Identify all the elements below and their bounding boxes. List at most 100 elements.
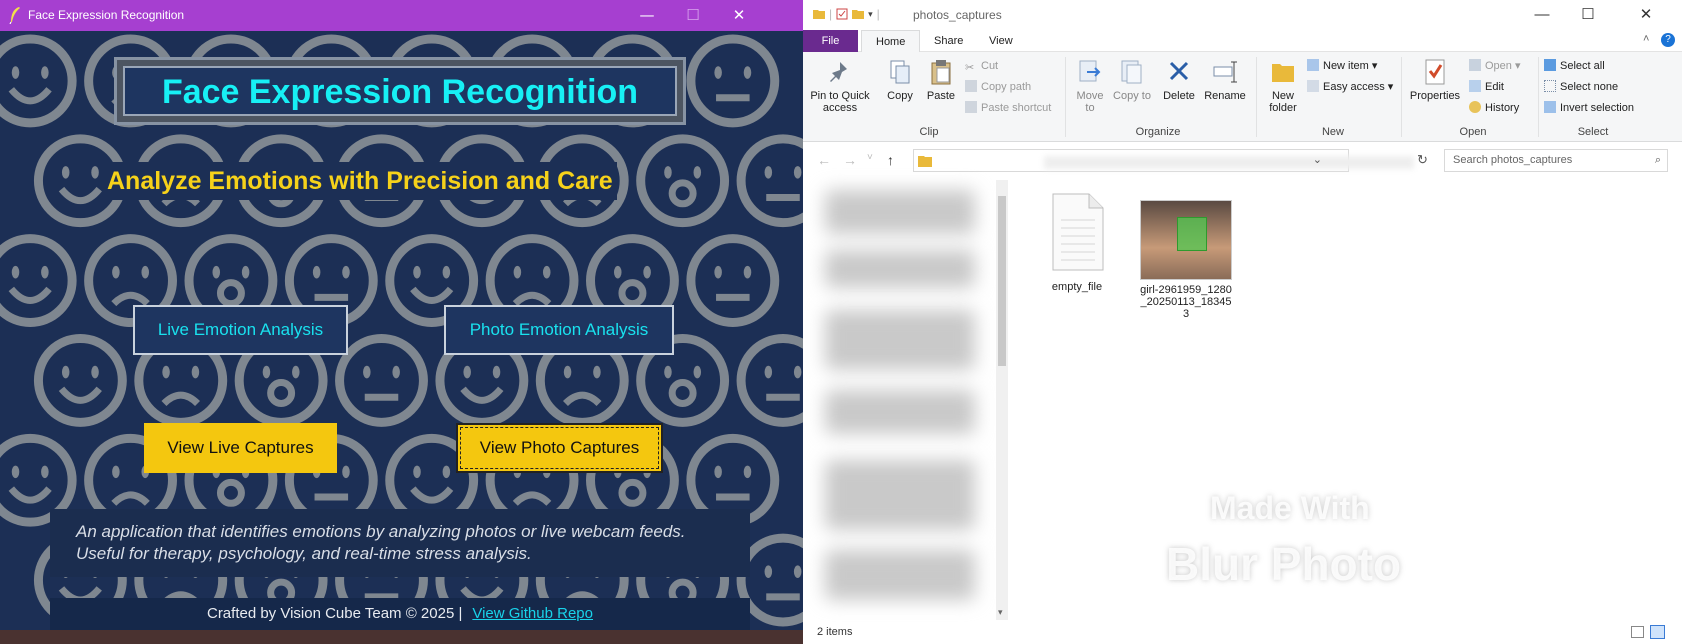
scroll-down-icon[interactable]: ▾ [998,607,1003,618]
new-item-icon [1307,59,1319,71]
file-list: empty_file girl-2961959_1280_20250113_18… [1008,180,1682,620]
file-name: girl-2961959_1280_20250113_183453 [1140,284,1232,320]
quick-access-toolbar: | ▾ | [813,6,880,22]
select-all-button[interactable]: Select all [1544,58,1605,74]
history-button[interactable]: History [1469,100,1519,116]
tab-home[interactable]: Home [861,30,921,52]
maximize-button[interactable]: ☐ [670,0,716,31]
paste-label: Paste [926,90,956,102]
copy-path-label: Copy path [981,81,1032,93]
file-item[interactable]: girl-2961959_1280_20250113_183453 [1138,200,1234,320]
invert-selection-button[interactable]: Invert selection [1544,100,1634,116]
app-titlebar[interactable]: Face Expression Recognition — ☐ ✕ [0,0,803,31]
copy-button[interactable]: Copy [883,58,917,102]
close-button[interactable]: ✕ [716,0,762,31]
address-bar-row: ← → ˅ ↑ ⌄ ↻ Search photos_captures ⌕ [803,146,1682,174]
select-none-button[interactable]: Select none [1544,79,1618,95]
close-button[interactable]: ✕ [1623,0,1669,30]
forward-arrow-icon[interactable]: → [843,152,857,168]
ribbon-separator [1538,57,1539,137]
nav-scrollbar[interactable]: ▾ [996,180,1008,620]
emoji-face [0,234,77,328]
new-folder-button[interactable]: New folder [1263,58,1303,114]
app-window: Face Expression Recognition — ☐ ✕ Face E… [0,0,803,630]
move-to-button[interactable]: Move to [1071,58,1109,114]
move-to-label: Move to [1076,90,1104,114]
chevron-down-icon[interactable]: ▾ [868,9,873,20]
select-all-icon [1544,59,1556,71]
minimize-button[interactable]: — [1519,0,1565,30]
feather-icon [9,7,20,24]
live-emotion-analysis-button[interactable]: Live Emotion Analysis [133,305,348,355]
copy-path-button[interactable]: Copy path [965,79,1031,95]
refresh-icon[interactable]: ↻ [1417,152,1428,168]
delete-button[interactable]: Delete [1159,58,1199,102]
emoji-face [736,134,803,228]
search-input[interactable]: Search photos_captures ⌕ [1444,149,1668,172]
ribbon-separator [1256,57,1257,137]
tab-file[interactable]: File [803,30,858,52]
copy-icon [890,60,910,84]
blurred-path [1044,156,1414,169]
up-arrow-icon[interactable]: ↑ [887,152,894,168]
properties-icon [1425,59,1445,85]
ribbon-separator [1065,57,1066,137]
edit-button[interactable]: Edit [1469,79,1504,95]
file-explorer-window: | ▾ | photos_captures — ☐ ✕ File Home Sh… [803,0,1682,644]
desktop-strip [0,630,803,644]
new-item-label: New item [1323,60,1369,72]
paste-button[interactable]: Paste [921,58,961,102]
open-icon [1469,59,1481,71]
emoji-face [686,234,780,328]
minimize-button[interactable]: — [624,0,670,31]
open-button[interactable]: Open ▾ [1469,58,1521,74]
invert-selection-icon [1544,101,1556,113]
edit-label: Edit [1485,81,1504,93]
move-to-icon [1079,60,1101,82]
new-item-button[interactable]: New item ▾ [1307,58,1377,74]
maximize-button[interactable]: ☐ [1565,0,1611,30]
title-banner: Face Expression Recognition [114,57,686,125]
rename-button[interactable]: Rename [1203,58,1247,102]
document-icon [1052,193,1104,271]
tab-view[interactable]: View [975,30,1027,52]
emoji-face [736,333,803,427]
copy-to-button[interactable]: Copy to [1113,58,1151,102]
new-group-label: New [1321,126,1344,138]
blurred-nav-item [825,460,975,530]
blurred-nav-item [825,250,975,288]
properties-button[interactable]: Properties [1407,58,1463,102]
address-bar[interactable]: ⌄ [913,149,1414,172]
view-photo-captures-button[interactable]: View Photo Captures [456,423,663,473]
explorer-titlebar[interactable]: | ▾ | photos_captures — ☐ ✕ [803,0,1682,30]
back-arrow-icon[interactable]: ← [817,152,831,168]
scrollbar-thumb[interactable] [998,196,1006,366]
clipboard-group-label: Clip [919,126,939,138]
easy-access-button[interactable]: Easy access ▾ [1307,79,1393,95]
pin-quick-access-button[interactable]: Pin to Quick access [809,58,871,114]
recent-chevron-icon[interactable]: ˅ [867,152,873,163]
file-name: empty_file [1051,281,1103,293]
app-subtitle: Analyze Emotions with Precision and Care [103,162,617,200]
tab-share[interactable]: Share [920,30,977,52]
help-icon[interactable]: ? [1661,33,1675,47]
navigation-pane[interactable] [803,180,1008,620]
paste-shortcut-button[interactable]: Paste shortcut [965,100,1051,116]
address-dropdown-icon[interactable]: ⌄ [1313,153,1322,166]
easy-access-icon [1307,80,1319,92]
properties-check-icon[interactable] [836,8,848,20]
face-detection-box [1177,217,1207,251]
photo-emotion-analysis-button[interactable]: Photo Emotion Analysis [444,305,674,355]
details-view-icon[interactable] [1631,626,1644,638]
new-folder-icon [1272,64,1294,82]
view-live-captures-button[interactable]: View Live Captures [144,423,337,473]
watermark-line2: Blur Photo [1166,538,1402,590]
new-folder-icon[interactable] [852,8,865,20]
github-repo-link[interactable]: View Github Repo [472,605,593,622]
item-count: 2 items [817,626,853,638]
large-icons-view-icon[interactable] [1650,625,1665,639]
cut-button[interactable]: ✂ Cut [965,58,998,74]
collapse-ribbon-icon[interactable]: ˄ [1643,33,1649,45]
file-item[interactable]: empty_file [1034,192,1120,293]
paste-shortcut-icon [965,101,977,113]
